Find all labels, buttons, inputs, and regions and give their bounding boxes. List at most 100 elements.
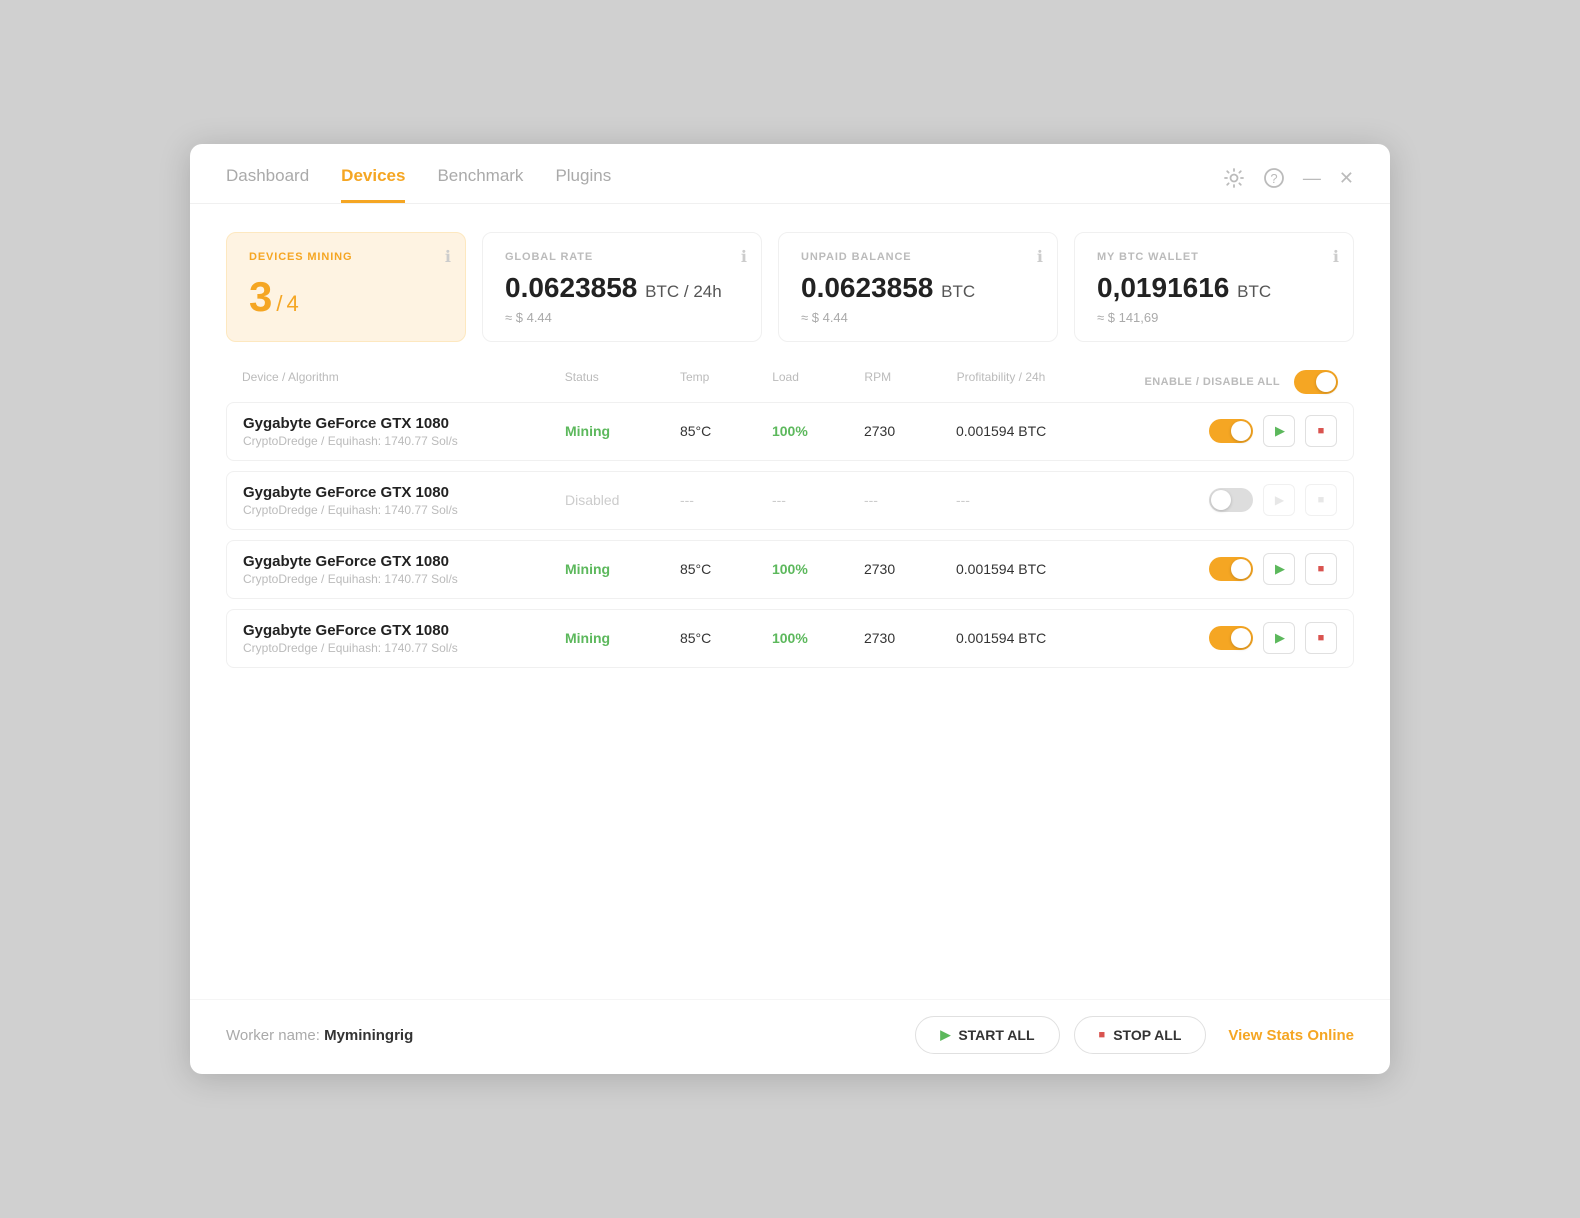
device-rpm-3: 2730 [864,561,956,577]
footer: Worker name: Myminingrig ▶ START ALL ■ S… [190,999,1390,1074]
view-stats-button[interactable]: View Stats Online [1228,1027,1354,1044]
play-icon-1: ▶ [1275,423,1285,439]
minimize-icon: — [1303,169,1321,187]
btc-wallet-info-icon[interactable]: ℹ [1333,247,1339,267]
device-info-1: Gygabyte GeForce GTX 1080 CryptoDredge /… [243,415,565,448]
device-temp-4: 85°C [680,630,772,646]
global-rate-value: 0.0623858 BTC / 24h [505,273,739,304]
device-name-2: Gygabyte GeForce GTX 1080 [243,484,565,501]
stop-icon-1: ■ [1318,425,1325,437]
devices-mining-slash: / [276,291,282,317]
global-rate-label: GLOBAL RATE [505,251,739,263]
device-temp-2: --- [680,492,772,508]
gear-icon [1223,167,1245,189]
worker-label: Worker name: Myminingrig [226,1027,413,1044]
table-row: Gygabyte GeForce GTX 1080 CryptoDredge /… [226,609,1354,668]
device-play-btn-1[interactable]: ▶ [1263,415,1295,447]
devices-mining-label: DEVICES MINING [249,251,443,263]
stats-row: ℹ DEVICES MINING 3 / 4 ℹ GLOBAL RATE 0.0… [226,232,1354,342]
device-status-3: Mining [565,561,680,577]
device-stop-btn-3[interactable]: ■ [1305,553,1337,585]
col-rpm: RPM [864,370,956,394]
device-play-btn-3[interactable]: ▶ [1263,553,1295,585]
device-play-btn-4[interactable]: ▶ [1263,622,1295,654]
device-stop-btn-2[interactable]: ■ [1305,484,1337,516]
stop-icon-3: ■ [1318,563,1325,575]
worker-name: Myminingrig [324,1027,413,1044]
device-status-4: Mining [565,630,680,646]
unpaid-balance-value: 0.0623858 BTC [801,273,1035,304]
nav-tabs: Dashboard Devices Benchmark Plugins [226,166,611,203]
col-temp: Temp [680,370,772,394]
device-algo-3: CryptoDredge / Equihash: 1740.77 Sol/s [243,572,565,586]
col-load: Load [772,370,864,394]
device-table: Device / Algorithm Status Temp Load RPM … [226,370,1354,967]
unpaid-balance-usd: ≈ $ 4.44 [801,310,1035,325]
play-icon-2: ▶ [1275,493,1284,507]
device-toggle-2[interactable] [1209,488,1253,512]
unpaid-balance-info-icon[interactable]: ℹ [1037,247,1043,267]
app-window: Dashboard Devices Benchmark Plugins ? — [190,144,1390,1074]
device-toggle-3[interactable] [1209,557,1253,581]
device-profit-1: 0.001594 BTC [956,423,1117,439]
nav-bar: Dashboard Devices Benchmark Plugins ? — [190,144,1390,204]
btc-wallet-card: ℹ MY BTC WALLET 0,0191616 BTC ≈ $ 141,69 [1074,232,1354,342]
device-info-4: Gygabyte GeForce GTX 1080 CryptoDredge /… [243,622,565,655]
device-algo-1: CryptoDredge / Equihash: 1740.77 Sol/s [243,434,565,448]
tab-devices[interactable]: Devices [341,166,405,203]
global-rate-usd: ≈ $ 4.44 [505,310,739,325]
stop-all-button[interactable]: ■ STOP ALL [1074,1016,1207,1054]
start-all-button[interactable]: ▶ START ALL [915,1016,1059,1054]
play-icon-4: ▶ [1275,630,1285,646]
devices-mining-count: 3 / 4 [249,273,443,321]
btc-wallet-usd: ≈ $ 141,69 [1097,310,1331,325]
table-header: Device / Algorithm Status Temp Load RPM … [226,370,1354,402]
devices-mining-info-icon[interactable]: ℹ [445,247,451,267]
devices-mining-current: 3 [249,273,272,321]
device-toggle-1[interactable] [1209,419,1253,443]
help-icon-btn[interactable]: ? [1263,167,1285,189]
device-info-3: Gygabyte GeForce GTX 1080 CryptoDredge /… [243,553,565,586]
unpaid-balance-card: ℹ UNPAID BALANCE 0.0623858 BTC ≈ $ 4.44 [778,232,1058,342]
device-rpm-2: --- [864,492,956,508]
device-load-4: 100% [772,630,864,646]
close-icon-btn[interactable]: ✕ [1339,169,1354,187]
btc-wallet-value: 0,0191616 BTC [1097,273,1331,304]
enable-all-toggle-knob [1316,372,1336,392]
table-row: Gygabyte GeForce GTX 1080 CryptoDredge /… [226,471,1354,530]
device-temp-1: 85°C [680,423,772,439]
device-controls-4: ▶ ■ [1117,622,1337,654]
device-controls-1: ▶ ■ [1117,415,1337,447]
device-play-btn-2[interactable]: ▶ [1263,484,1295,516]
device-profit-3: 0.001594 BTC [956,561,1117,577]
device-stop-btn-4[interactable]: ■ [1305,622,1337,654]
device-load-3: 100% [772,561,864,577]
device-status-1: Mining [565,423,680,439]
svg-text:?: ? [1270,171,1277,186]
device-controls-2: ▶ ■ [1117,484,1337,516]
device-stop-btn-1[interactable]: ■ [1305,415,1337,447]
nav-actions: ? — ✕ [1223,167,1354,203]
device-rpm-1: 2730 [864,423,956,439]
device-name-4: Gygabyte GeForce GTX 1080 [243,622,565,639]
device-name-1: Gygabyte GeForce GTX 1080 [243,415,565,432]
col-enable-all: ENABLE / DISABLE ALL [1118,370,1338,394]
device-load-2: --- [772,492,864,508]
main-content: ℹ DEVICES MINING 3 / 4 ℹ GLOBAL RATE 0.0… [190,204,1390,991]
table-row: Gygabyte GeForce GTX 1080 CryptoDredge /… [226,402,1354,461]
enable-all-toggle[interactable] [1294,370,1338,394]
global-rate-info-icon[interactable]: ℹ [741,247,747,267]
play-icon-3: ▶ [1275,561,1285,577]
settings-icon-btn[interactable] [1223,167,1245,189]
tab-benchmark[interactable]: Benchmark [437,166,523,203]
table-row: Gygabyte GeForce GTX 1080 CryptoDredge /… [226,540,1354,599]
stop-icon-2: ■ [1318,494,1325,506]
minimize-icon-btn[interactable]: — [1303,169,1321,187]
device-profit-4: 0.001594 BTC [956,630,1117,646]
tab-plugins[interactable]: Plugins [555,166,611,203]
device-toggle-4[interactable] [1209,626,1253,650]
tab-dashboard[interactable]: Dashboard [226,166,309,203]
device-temp-3: 85°C [680,561,772,577]
device-name-3: Gygabyte GeForce GTX 1080 [243,553,565,570]
device-profit-2: --- [956,492,1117,508]
